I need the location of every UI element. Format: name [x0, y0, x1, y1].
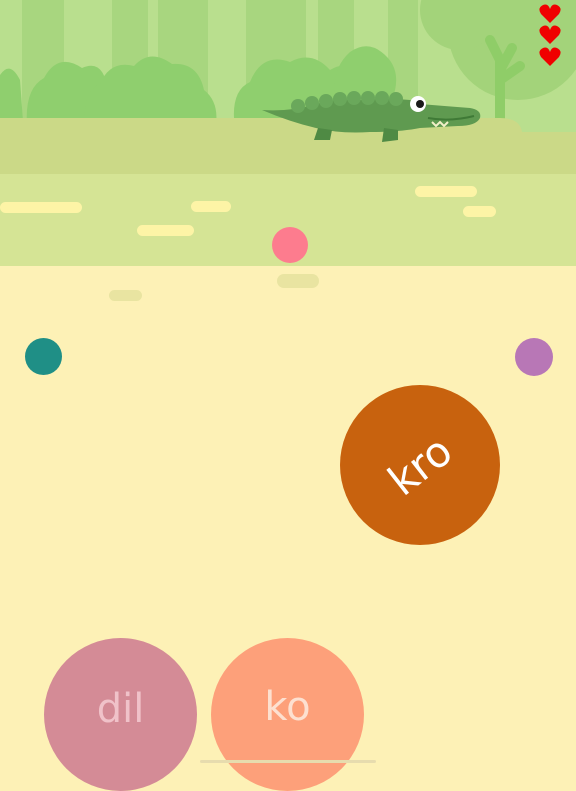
- teal-dot[interactable]: [25, 338, 62, 375]
- syllable-choice-dil[interactable]: dil: [44, 638, 197, 791]
- syllable-label: dil: [96, 685, 145, 732]
- heart-icon: [539, 25, 561, 44]
- syllable-label: kro: [378, 425, 462, 505]
- home-indicator[interactable]: [200, 760, 376, 763]
- sand-shadows: [109, 274, 319, 301]
- river-bank: [0, 118, 576, 178]
- syllable-choice-ko[interactable]: ko: [211, 638, 364, 791]
- syllable-label: ko: [264, 683, 311, 730]
- syllable-bubble-kro[interactable]: kro: [340, 385, 500, 545]
- pink-dot[interactable]: [272, 227, 308, 263]
- purple-dot[interactable]: [515, 338, 553, 376]
- heart-icon: [539, 47, 561, 66]
- heart-icon: [539, 4, 561, 23]
